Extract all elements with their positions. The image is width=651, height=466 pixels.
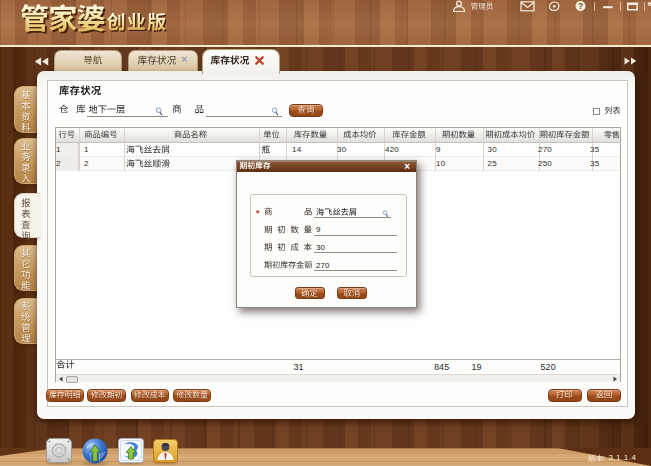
svg-text:?: ? [578,1,583,11]
